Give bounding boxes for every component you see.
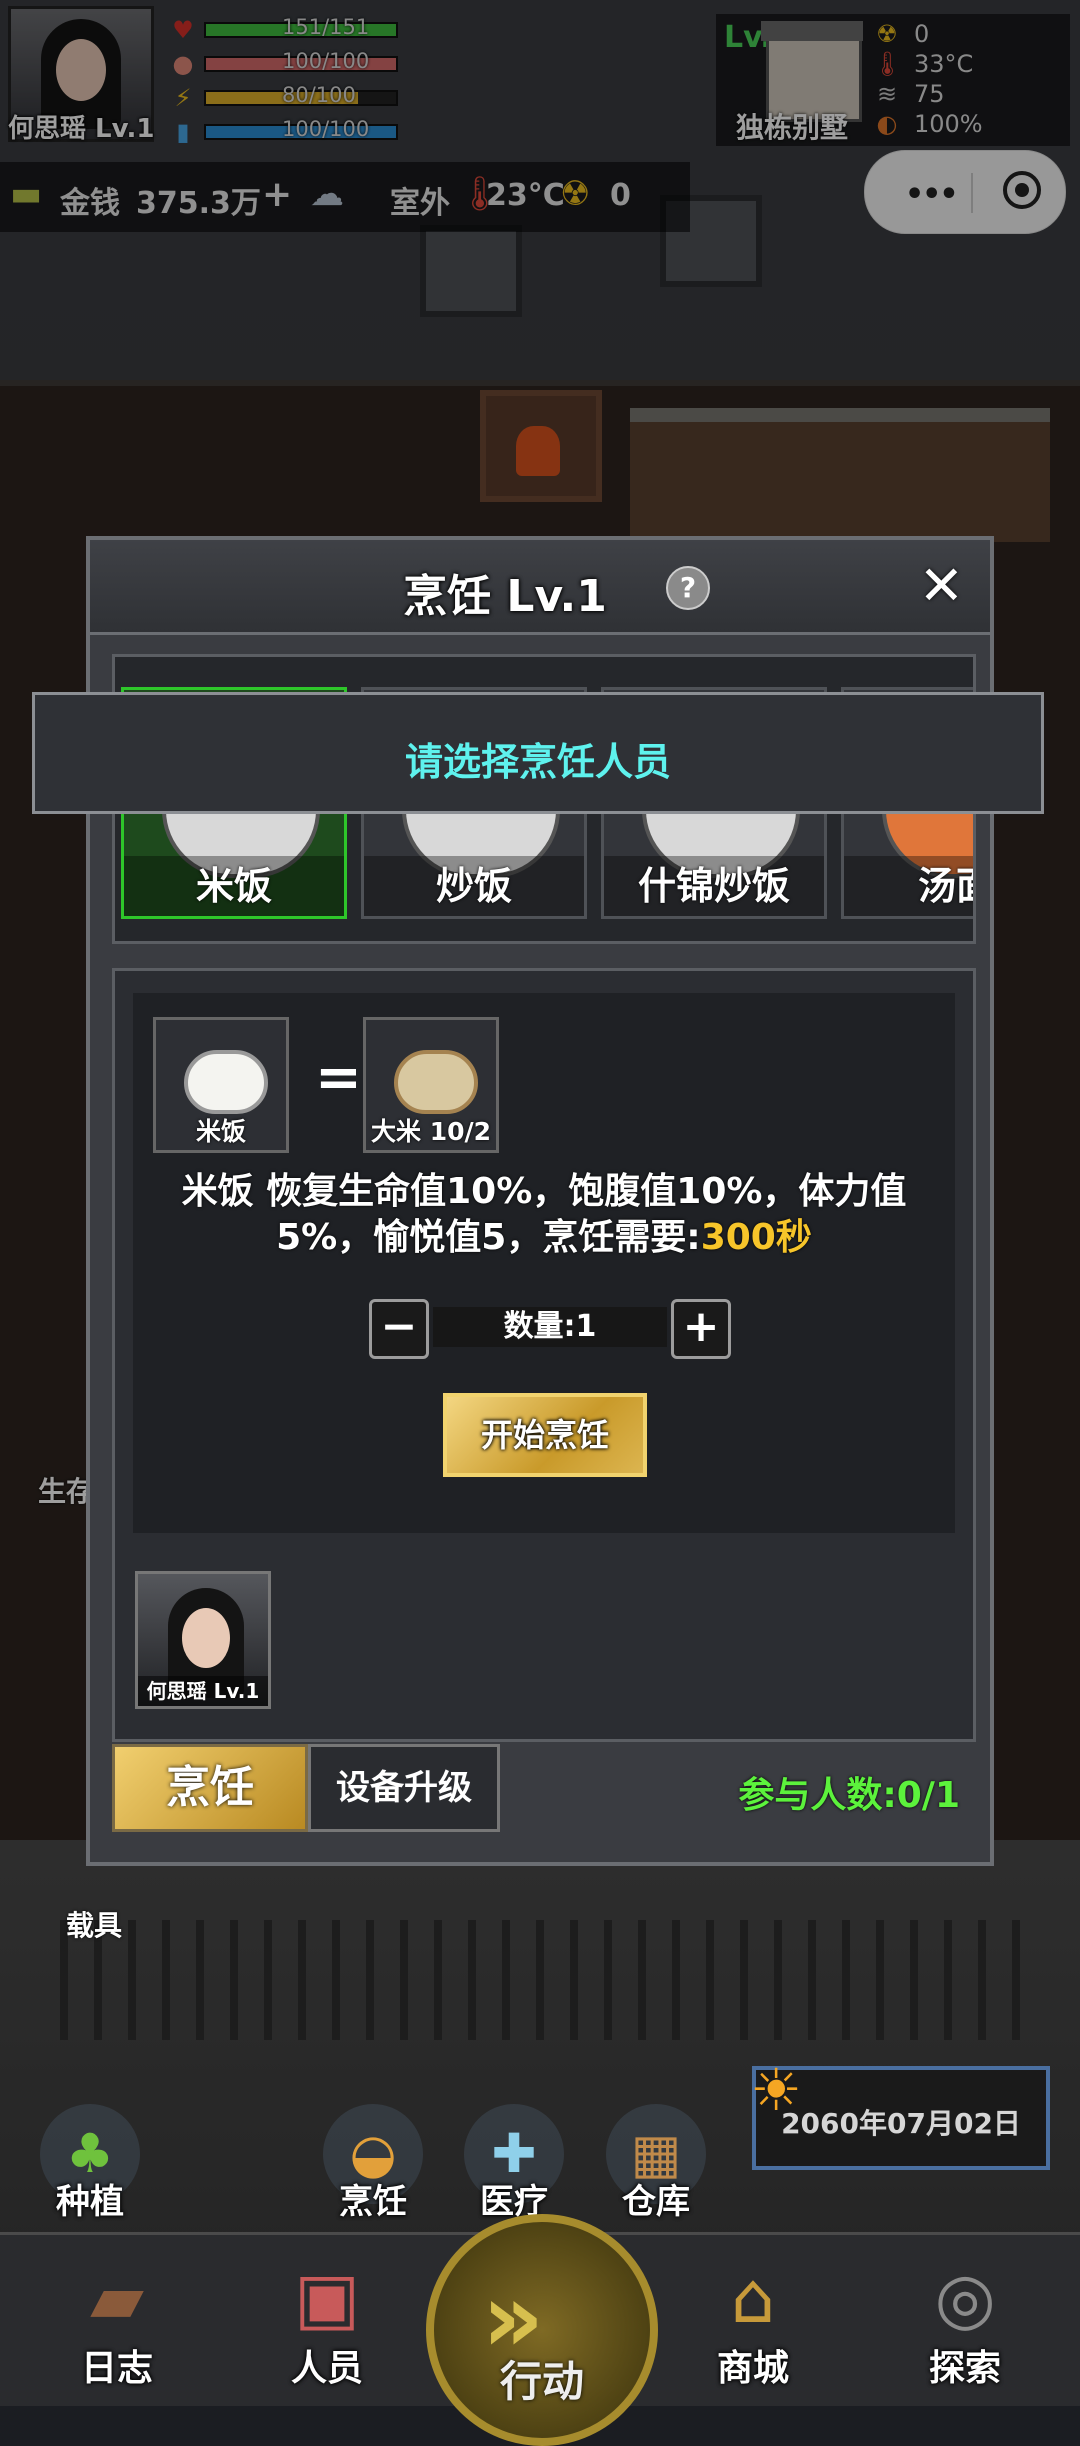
cook-member-slot[interactable]: 何思瑶 Lv.1 (135, 1571, 271, 1709)
tab-cooking[interactable]: 烹饪 (112, 1744, 308, 1832)
toast-message: 请选择烹饪人员 (32, 692, 1044, 814)
shortcut-cooking[interactable]: ◒ 烹饪 (313, 2104, 433, 2224)
raw-rice-basket-icon (394, 1050, 478, 1114)
start-cooking-button[interactable]: 开始烹饪 (443, 1393, 647, 1477)
quantity-stepper: − 数量:1 + (369, 1299, 731, 1359)
action-button[interactable]: » 行动 (426, 2214, 658, 2446)
input-item-label: 大米 10/2 (370, 1117, 492, 1146)
shortcut-label: 仓库 (622, 2182, 690, 2222)
quantity-value: 数量:1 (433, 1307, 667, 1347)
nav-people[interactable]: ▣ 人员 (252, 2253, 402, 2403)
nav-label: 日志 (80, 2348, 153, 2389)
output-item-slot[interactable]: 米饭 (153, 1017, 289, 1153)
increase-quantity-button[interactable]: + (671, 1299, 731, 1359)
nav-log[interactable]: ▰ 日志 (42, 2253, 192, 2403)
action-label: 行动 (499, 2357, 584, 2406)
date-display: ☀ 2060年07月02日 (750, 2056, 1050, 2170)
compass-icon: ◎ (934, 2257, 996, 2339)
recipe-label: 什锦炒饭 (604, 856, 824, 916)
dialog-header: 烹饪 Lv.1 ? ✕ (90, 540, 990, 635)
nav-label: 探索 (928, 2348, 1001, 2389)
recipe-label: 米饭 (124, 856, 344, 916)
vehicle-label: 载具 (66, 1909, 123, 1942)
shortcut-label: 烹饪 (339, 2182, 407, 2222)
current-date: 2060年07月02日 (781, 2107, 1021, 2140)
shortcut-warehouse[interactable]: ▦ 仓库 (596, 2104, 716, 2224)
journal-icon: ▰ (90, 2257, 144, 2339)
avatar-face (182, 1608, 230, 1668)
nav-explore[interactable]: ◎ 探索 (890, 2253, 1040, 2403)
cook-time: 300秒 (700, 1217, 812, 1258)
nav-shop[interactable]: ⌂ 商城 (678, 2253, 828, 2403)
recipe-description: 米饭 恢复生命值10%，饱腹值10%，体力值5%，愉悦值5，烹饪需要:300秒 (143, 1169, 945, 1261)
dialog-title: 烹饪 Lv.1 (403, 571, 607, 622)
recipe-detail-panel: 米饭 = 大米 10/2 米饭 恢复生命值10%，饱腹值10%，体力值5%，愉悦… (112, 968, 976, 1742)
decrease-quantity-button[interactable]: − (369, 1299, 429, 1359)
close-icon[interactable]: ✕ (919, 554, 964, 617)
recipe-label: 汤面 (844, 856, 973, 916)
shortcut-medical[interactable]: ✚ 医疗 (454, 2104, 574, 2224)
shortcut-label: 种植 (56, 2182, 124, 2222)
rice-bowl-icon (184, 1050, 268, 1114)
participant-count: 参与人数:0/1 (738, 1775, 960, 1816)
help-icon[interactable]: ? (666, 566, 710, 610)
input-item-slot[interactable]: 大米 10/2 (363, 1017, 499, 1153)
recipe-label: 炒饭 (364, 856, 584, 916)
basket-icon: ⌂ (730, 2257, 776, 2339)
nav-label: 商城 (716, 2348, 789, 2389)
output-item-label: 米饭 (195, 1117, 246, 1146)
nav-label: 人员 (290, 2348, 363, 2389)
tab-equipment-upgrade[interactable]: 设备升级 (308, 1744, 500, 1832)
shortcut-planting[interactable]: ♣ 种植 (30, 2104, 150, 2224)
id-card-icon: ▣ (293, 2257, 361, 2339)
equals-sign: = (315, 1045, 362, 1110)
vehicle-button[interactable]: 载具 (56, 1844, 146, 1944)
member-name: 何思瑶 Lv.1 (138, 1676, 268, 1706)
toast-text: 请选择烹饪人员 (404, 740, 671, 784)
recipe-detail: 米饭 = 大米 10/2 米饭 恢复生命值10%，饱腹值10%，体力值5%，愉悦… (133, 993, 955, 1533)
